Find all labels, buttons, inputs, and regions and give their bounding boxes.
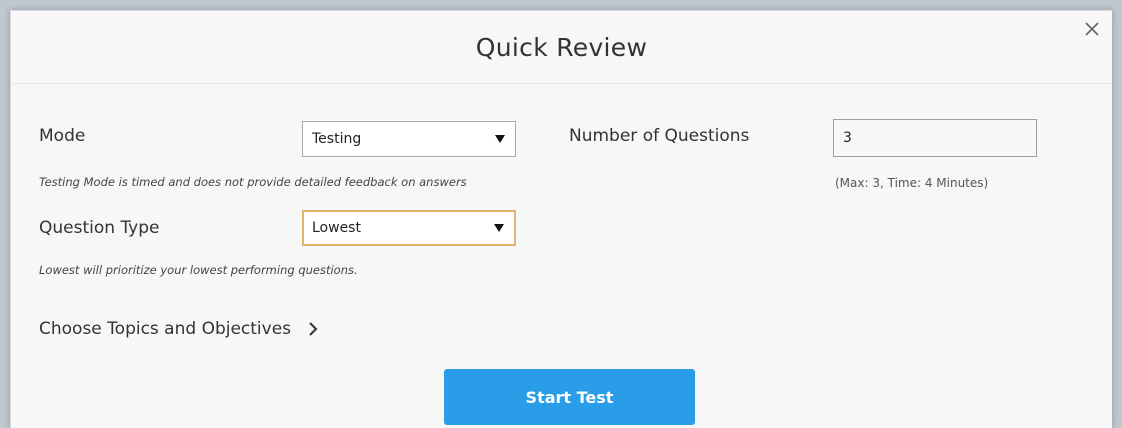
question-type-hint: Lowest will prioritize your lowest perfo…	[39, 263, 358, 277]
choose-topics-label: Choose Topics and Objectives	[39, 319, 292, 339]
quick-review-modal: Quick Review Mode Testing Testing Mode i…	[10, 10, 1112, 428]
number-of-questions-label: Number of Questions	[569, 126, 750, 146]
mode-label: Mode	[39, 126, 86, 146]
modal-title: Quick Review	[475, 32, 648, 62]
question-type-select[interactable]: Lowest	[302, 210, 516, 246]
choose-topics-link[interactable]: Choose Topics and Objectives	[39, 319, 319, 339]
question-type-select-value: Lowest	[312, 220, 361, 236]
question-type-label: Question Type	[39, 218, 160, 238]
number-of-questions-input[interactable]: 3	[833, 119, 1037, 157]
questions-limit-note: (Max: 3, Time: 4 Minutes)	[835, 176, 989, 190]
start-test-button[interactable]: Start Test	[444, 369, 695, 425]
mode-select-value: Testing	[312, 131, 362, 147]
close-icon[interactable]	[1080, 17, 1104, 41]
number-of-questions-value: 3	[843, 130, 852, 146]
dropdown-arrow-icon	[494, 224, 504, 232]
modal-header: Quick Review	[11, 11, 1112, 84]
dropdown-arrow-icon	[495, 135, 505, 143]
mode-hint: Testing Mode is timed and does not provi…	[39, 175, 467, 189]
mode-select[interactable]: Testing	[302, 121, 516, 157]
chevron-right-icon	[309, 322, 318, 336]
